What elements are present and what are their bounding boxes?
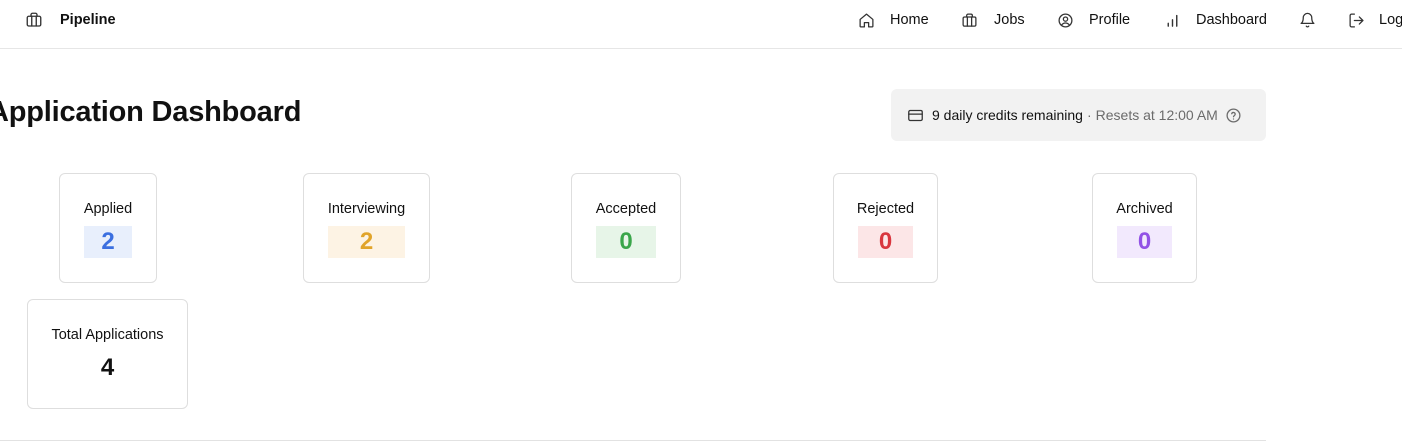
home-icon — [857, 11, 875, 29]
brand-link[interactable]: Pipeline — [25, 10, 116, 30]
section-divider — [0, 440, 1266, 441]
stat-card-interviewing[interactable]: Interviewing 2 — [303, 173, 430, 283]
user-circle-icon — [1056, 11, 1074, 29]
stat-value-accepted: 0 — [596, 226, 656, 258]
credits-remaining-text: 9 daily credits remaining — [932, 107, 1083, 123]
nav-jobs-label: Jobs — [994, 12, 1025, 28]
nav-profile[interactable]: Profile — [1056, 10, 1130, 30]
help-circle-icon[interactable] — [1225, 106, 1243, 124]
stat-label-total: Total Applications — [51, 327, 164, 343]
brand-name: Pipeline — [60, 12, 116, 28]
stat-label-archived: Archived — [1116, 201, 1173, 217]
briefcase-icon — [25, 11, 43, 29]
nav-home[interactable]: Home — [857, 10, 929, 30]
bell-icon — [1298, 11, 1316, 29]
stat-label-applied: Applied — [83, 201, 133, 217]
stat-card-applied[interactable]: Applied 2 — [59, 173, 157, 283]
stat-card-archived[interactable]: Archived 0 — [1092, 173, 1197, 283]
page-title: Application Dashboard — [0, 96, 302, 128]
stat-label-interviewing: Interviewing — [327, 201, 406, 217]
credit-card-icon — [906, 106, 924, 124]
stat-card-accepted[interactable]: Accepted 0 — [571, 173, 681, 283]
nav-dashboard-label: Dashboard — [1196, 12, 1267, 28]
nav-logout-label: Log — [1379, 12, 1402, 28]
credits-banner: 9 daily credits remaining · Resets at 12… — [891, 89, 1266, 141]
stat-label-accepted: Accepted — [595, 201, 657, 217]
stat-value-applied: 2 — [84, 226, 132, 258]
stat-card-total[interactable]: Total Applications 4 — [27, 299, 188, 409]
credits-separator: · — [1086, 107, 1092, 123]
stat-value-rejected: 0 — [858, 226, 913, 258]
notifications-button[interactable] — [1298, 10, 1316, 30]
stat-card-rejected[interactable]: Rejected 0 — [833, 173, 938, 283]
credits-reset-text: Resets at 12:00 AM — [1095, 107, 1218, 123]
nav-jobs[interactable]: Jobs — [960, 10, 1025, 30]
stat-value-interviewing: 2 — [328, 226, 405, 258]
briefcase-icon — [960, 11, 978, 29]
nav-profile-label: Profile — [1089, 12, 1131, 28]
logout-icon — [1347, 11, 1365, 29]
nav-logout[interactable]: Log — [1347, 10, 1402, 30]
nav-dashboard[interactable]: Dashboard — [1163, 10, 1267, 30]
nav-home-label: Home — [890, 12, 929, 28]
stat-value-archived: 0 — [1117, 226, 1172, 258]
stat-value-total: 4 — [100, 354, 115, 381]
stat-label-rejected: Rejected — [856, 201, 915, 217]
top-nav-bar: Pipeline Home Jobs Profile Dashboard Log — [0, 0, 1402, 49]
bar-chart-icon — [1163, 11, 1181, 29]
